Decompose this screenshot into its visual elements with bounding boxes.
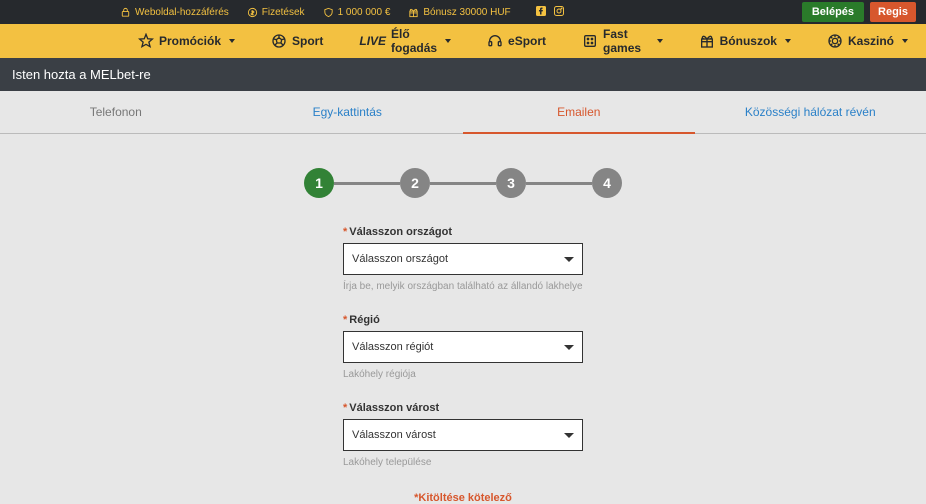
lock-icon <box>120 7 131 18</box>
top-access[interactable]: Weboldal-hozzáférés <box>120 7 229 18</box>
logo-part2: BET <box>51 0 92 3</box>
region-select[interactable]: Válasszon régiót <box>343 331 583 363</box>
top-payments[interactable]: Fizetések <box>247 7 305 18</box>
registration-tabs: Telefonon Egy-kattintás Emailen Közösség… <box>0 91 926 134</box>
step-4: 4 <box>592 168 622 198</box>
menu-esport-label: eSport <box>508 34 546 48</box>
tab-social[interactable]: Közösségi hálózat révén <box>695 91 926 133</box>
register-button[interactable]: Regis <box>870 2 916 22</box>
menu-promos-label: Promóciók <box>159 34 221 48</box>
chevron-down-icon <box>564 253 574 265</box>
registration-form: *Válasszon országot Válasszon országot Í… <box>343 226 583 468</box>
tab-oneclick[interactable]: Egy-kattintás <box>232 91 464 133</box>
menu-sport[interactable]: Sport <box>253 24 341 58</box>
headset-icon <box>487 33 503 49</box>
step-1: 1 <box>304 168 334 198</box>
facebook-icon[interactable] <box>535 5 547 20</box>
country-label: *Válasszon országot <box>343 226 583 238</box>
step-line <box>430 182 496 185</box>
top-bonus-label: Bónusz 30000 HUF <box>423 7 510 18</box>
main-menu: Promóciók Sport LIVE Élő fogadás eSport … <box>0 24 926 58</box>
menu-sport-label: Sport <box>292 34 323 48</box>
city-label: *Válasszon várost <box>343 402 583 414</box>
menu-bonuses-label: Bónuszok <box>720 34 777 48</box>
menu-live[interactable]: LIVE Élő fogadás <box>341 24 469 58</box>
tab-email[interactable]: Emailen <box>463 91 695 133</box>
top-bonus[interactable]: Bónusz 30000 HUF <box>408 7 510 18</box>
dice-icon <box>582 33 598 49</box>
top-payments-label: Fizetések <box>262 7 305 18</box>
menu-casino[interactable]: Kaszinó <box>809 24 926 58</box>
city-select[interactable]: Válasszon várost <box>343 419 583 451</box>
city-hint: Lakóhely települése <box>343 457 583 468</box>
instagram-icon[interactable] <box>553 5 565 20</box>
menu-promos[interactable]: Promóciók <box>120 24 253 58</box>
live-label: LIVE <box>359 34 386 48</box>
top-access-label: Weboldal-hozzáférés <box>135 7 229 18</box>
country-select-value: Válasszon országot <box>352 253 448 265</box>
step-line <box>334 182 400 185</box>
step-line <box>526 182 592 185</box>
menu-live-text: Élő fogadás <box>391 27 437 55</box>
step-2: 2 <box>400 168 430 198</box>
country-hint: Írja be, melyik országban található az á… <box>343 281 583 292</box>
welcome-banner: Isten hozta a MELbet-re <box>0 58 926 91</box>
region-label: *Régió <box>343 314 583 326</box>
chevron-down-icon <box>564 341 574 353</box>
logo[interactable]: MELBET <box>8 0 92 4</box>
social-links <box>535 5 565 20</box>
chevron-down-icon <box>564 429 574 441</box>
region-hint: Lakóhely régiója <box>343 369 583 380</box>
city-select-value: Válasszon várost <box>352 429 436 441</box>
region-select-value: Válasszon régiót <box>352 341 433 353</box>
menu-casino-label: Kaszinó <box>848 34 894 48</box>
step-indicator: 1 2 3 4 <box>0 168 926 198</box>
top-jackpot[interactable]: 1 000 000 € <box>323 7 391 18</box>
ball-icon <box>271 33 287 49</box>
gift-icon <box>699 33 715 49</box>
top-jackpot-label: 1 000 000 € <box>338 7 391 18</box>
gift-icon <box>408 7 419 18</box>
login-button[interactable]: Belépés <box>802 2 864 22</box>
menu-fast-label: Fast games <box>603 27 649 55</box>
top-bar: MELBET Weboldal-hozzáférés Fizetések 1 0… <box>0 0 926 24</box>
star-icon <box>138 33 154 49</box>
menu-fast[interactable]: Fast games <box>564 24 681 58</box>
chip-icon <box>827 33 843 49</box>
shield-icon <box>323 7 334 18</box>
menu-esport[interactable]: eSport <box>469 24 564 58</box>
menu-bonuses[interactable]: Bónuszok <box>681 24 809 58</box>
step-3: 3 <box>496 168 526 198</box>
mandatory-note: *Kitöltése kötelező <box>0 492 926 504</box>
logo-part1: MEL <box>8 0 51 3</box>
dollar-icon <box>247 7 258 18</box>
country-select[interactable]: Válasszon országot <box>343 243 583 275</box>
tab-phone[interactable]: Telefonon <box>0 91 232 133</box>
